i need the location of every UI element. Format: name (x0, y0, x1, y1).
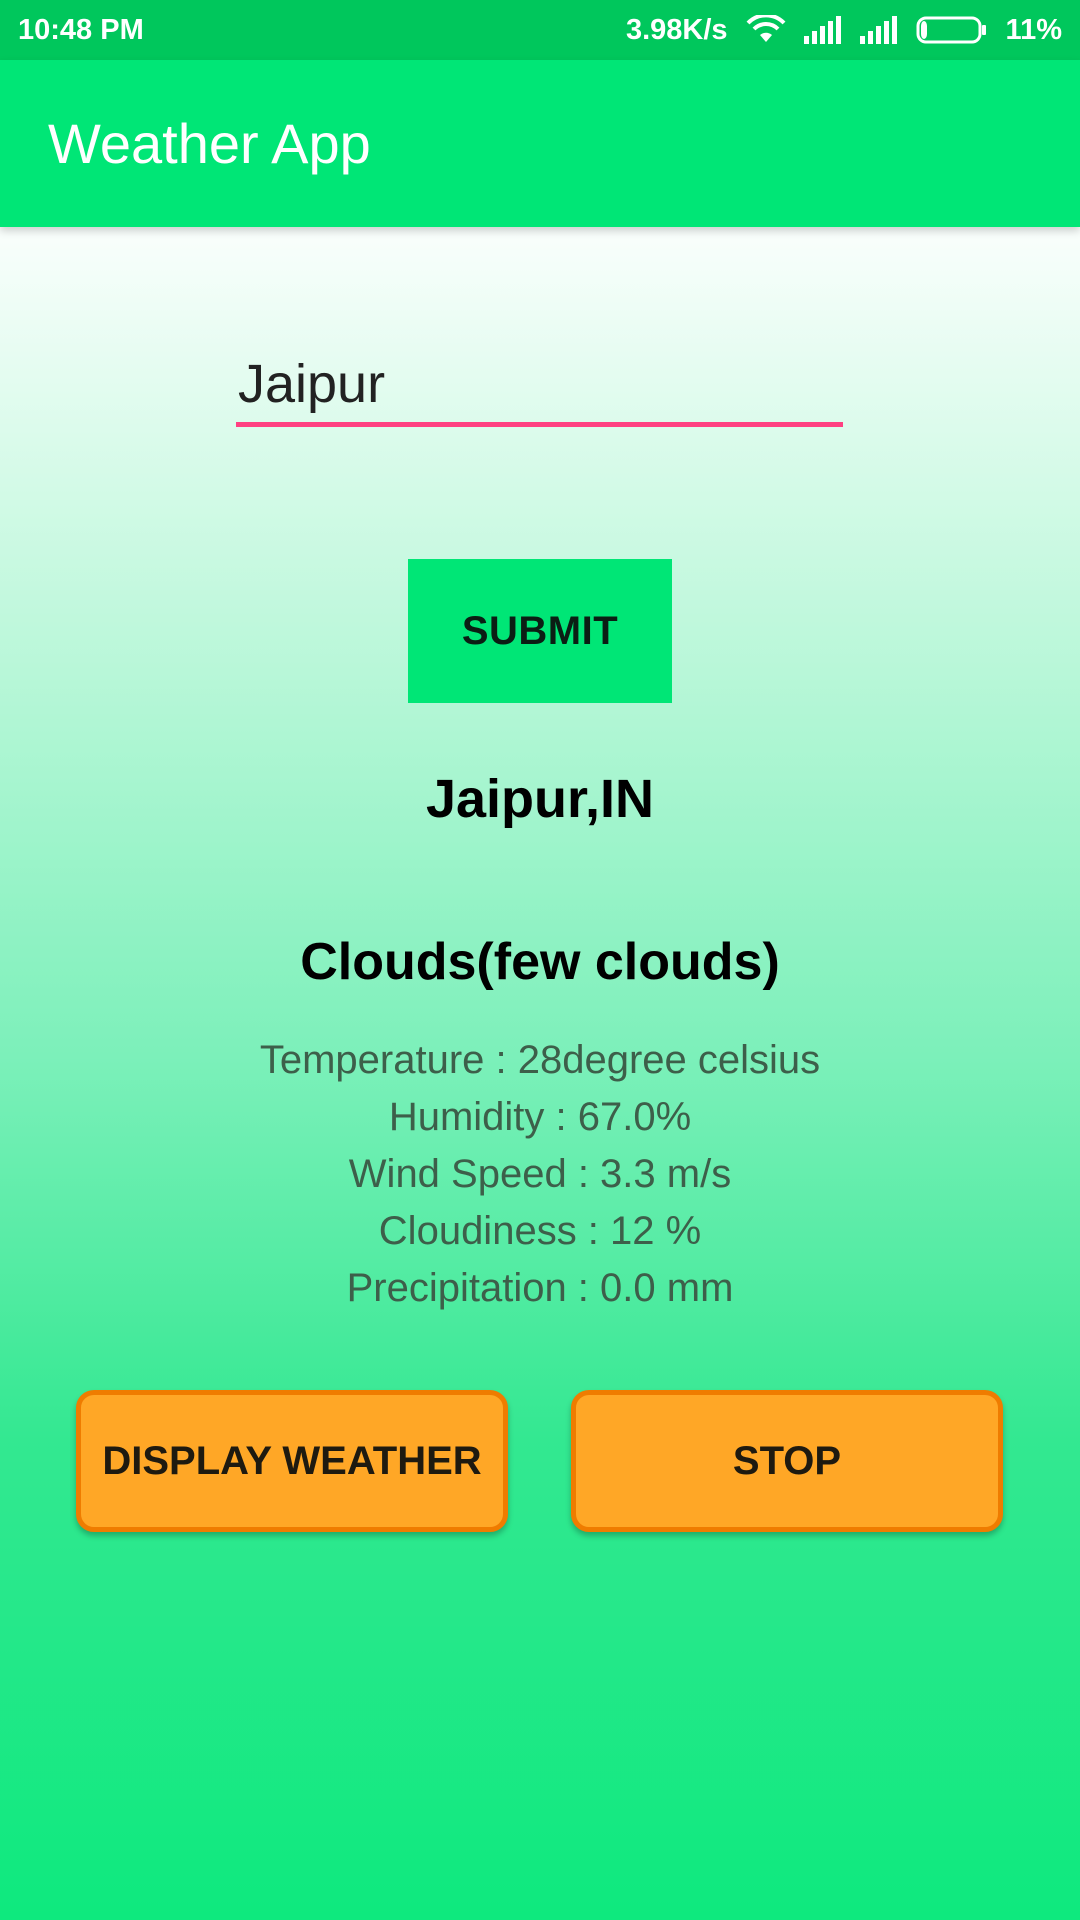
app-bar: Weather App (0, 60, 1080, 227)
display-weather-button[interactable]: DISPLAY WEATHER (76, 1390, 508, 1532)
wind-speed-text: Wind Speed : 3.3 m/s (348, 1152, 732, 1196)
weather-details: Temperature : 28degree celsius Humidity … (0, 1032, 1080, 1317)
status-time: 10:48 PM (18, 13, 144, 46)
weather-app-screen: 10:48 PM 3.98K/s 11% Weather App Jaipur … (0, 0, 1080, 1920)
weather-condition: Clouds(few clouds) (300, 933, 780, 991)
battery-percent: 11% (1005, 13, 1062, 46)
app-title: Weather App (48, 112, 371, 175)
stop-button[interactable]: STOP (571, 1390, 1003, 1532)
city-input[interactable] (236, 345, 843, 427)
cloudiness-text: Cloudiness : 12 % (378, 1209, 702, 1253)
temperature-text: Temperature : 28degree celsius (259, 1038, 821, 1082)
status-right-group: 3.98K/s 11% (626, 14, 1062, 47)
battery-icon (916, 15, 988, 45)
precipitation-text: Precipitation : 0.0 mm (346, 1266, 734, 1310)
network-speed: 3.98K/s (625, 13, 728, 46)
wifi-icon (746, 15, 786, 45)
location-label: Jaipur,IN (425, 769, 655, 829)
submit-button[interactable]: SUBMIT (408, 559, 672, 703)
signal-icon (859, 16, 898, 44)
signal-icon (803, 16, 842, 44)
humidity-text: Humidity : 67.0% (388, 1095, 692, 1139)
status-bar: 10:48 PM 3.98K/s 11% (0, 0, 1080, 60)
